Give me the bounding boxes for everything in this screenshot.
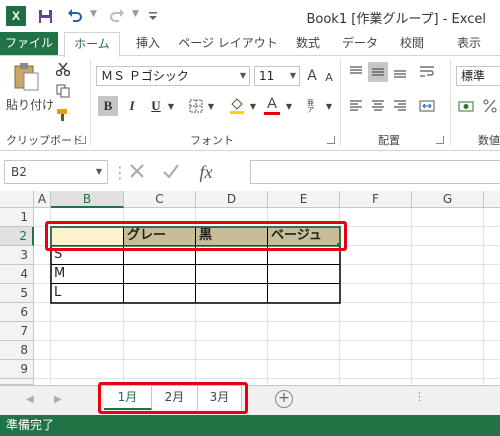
font-size-value: 11	[259, 69, 275, 83]
italic-button[interactable]: I	[122, 96, 142, 116]
fill-color-icon[interactable]	[226, 94, 248, 116]
font-color-button[interactable]: A	[262, 94, 282, 116]
fill-color-dropdown-icon[interactable]: ▼	[248, 98, 258, 114]
tab-data[interactable]: データ	[336, 32, 384, 56]
clipboard-launcher-icon[interactable]	[78, 136, 86, 144]
window-title: Book1 [作業グループ] - Excel	[306, 12, 486, 27]
formula-buttons: ⋮ fx	[112, 160, 252, 184]
align-top-icon[interactable]	[346, 62, 366, 82]
grip-dots-icon: ⋮	[112, 162, 128, 182]
insert-function-button[interactable]: fx	[188, 162, 224, 183]
chevron-down-icon: ▼	[95, 167, 102, 176]
borders-dropdown-icon[interactable]: ▼	[206, 98, 216, 114]
font-launcher-icon[interactable]	[327, 136, 335, 144]
title-bar: X ▼ ▼ Book1 [作業グループ] - Excel	[0, 0, 500, 32]
number-format-value: 標準	[461, 69, 486, 83]
sheet-scroll-grip-icon[interactable]: ⋮	[414, 390, 425, 403]
redo-dropdown-icon[interactable]: ▼	[132, 9, 139, 19]
tab-page-layout[interactable]: ページ レイアウト	[176, 32, 280, 56]
merge-center-icon[interactable]	[416, 96, 438, 116]
group-divider	[340, 60, 341, 146]
grow-font-button[interactable]: A	[304, 66, 320, 86]
accounting-format-icon[interactable]	[456, 96, 478, 116]
chevron-down-icon: ▼	[239, 71, 246, 80]
tab-insert[interactable]: 挿入	[128, 32, 168, 56]
font-name-select[interactable]: ＭＳ Ｐゴシック ▼	[96, 66, 250, 86]
tab-file[interactable]: ファイル	[0, 32, 58, 56]
paste-button[interactable]: 貼り付け	[4, 96, 56, 112]
name-box[interactable]: B2 ▼	[4, 160, 108, 184]
paste-icon[interactable]	[10, 60, 44, 94]
undo-dropdown-icon[interactable]: ▼	[90, 9, 97, 19]
undo-icon[interactable]	[64, 5, 86, 27]
svg-text:ア: ア	[307, 106, 314, 113]
status-text: 準備完了	[6, 418, 55, 432]
sheet-next-icon[interactable]: ▶	[54, 394, 62, 405]
group-divider	[90, 60, 91, 146]
enter-icon[interactable]	[154, 163, 188, 182]
align-middle-icon[interactable]	[368, 62, 388, 82]
sheet-tab-1[interactable]: 1月	[104, 386, 152, 410]
font-size-select[interactable]: 11 ▼	[254, 66, 300, 86]
phonetic-dropdown-icon[interactable]: ▼	[324, 98, 334, 114]
sheet-tab-2[interactable]: 2月	[152, 386, 198, 410]
align-center-icon[interactable]	[368, 96, 388, 116]
cut-icon[interactable]	[54, 60, 72, 78]
shrink-font-button[interactable]: A	[322, 68, 336, 86]
formula-bar: B2 ▼ ⋮ fx	[0, 151, 500, 191]
chevron-down-icon: ▼	[289, 71, 296, 80]
ribbon-tabs: ファイル ホーム 挿入 ページ レイアウト 数式 データ 校閲 表示	[0, 32, 500, 57]
cancel-icon[interactable]	[120, 163, 154, 182]
font-name-value: ＭＳ Ｐゴシック	[101, 69, 189, 83]
group-divider	[450, 60, 451, 146]
number-group-label: 数値	[478, 134, 500, 147]
save-icon[interactable]	[34, 5, 56, 27]
align-bottom-icon[interactable]	[390, 62, 410, 82]
excel-logo-icon: X	[6, 6, 26, 26]
format-painter-icon[interactable]	[54, 106, 72, 124]
redo-icon[interactable]	[106, 5, 128, 27]
tab-formulas[interactable]: 数式	[288, 32, 328, 56]
font-color-glyph: A	[266, 94, 277, 112]
sheet-tab-3[interactable]: 3月	[198, 386, 242, 410]
align-left-icon[interactable]	[346, 96, 366, 116]
copy-icon[interactable]	[54, 82, 72, 100]
underline-dropdown-icon[interactable]: ▼	[166, 98, 176, 114]
tab-review[interactable]: 校閲	[392, 32, 432, 56]
font-color-swatch	[264, 111, 280, 115]
customize-icon[interactable]	[142, 5, 164, 27]
align-right-icon[interactable]	[390, 96, 410, 116]
sheet-prev-icon[interactable]: ◀	[26, 394, 34, 405]
bold-button[interactable]: B	[98, 96, 118, 116]
wrap-text-icon[interactable]	[416, 62, 438, 82]
phonetic-icon[interactable]: 亜ア	[304, 94, 324, 116]
tab-home[interactable]: ホーム	[64, 32, 120, 57]
borders-icon[interactable]	[186, 96, 206, 116]
table-borders	[50, 226, 341, 304]
number-format-select[interactable]: 標準	[456, 66, 500, 86]
alignment-group-label: 配置	[378, 134, 400, 147]
name-box-value: B2	[11, 165, 27, 179]
ribbon: 貼り付け クリップボード ＭＳ Ｐゴシック ▼ 11 ▼ A A B I U ▼…	[0, 55, 500, 151]
font-group-label: フォント	[190, 134, 234, 147]
clipboard-group-label: クリップボード	[6, 134, 83, 147]
sheet-tab-bar: ◀ ▶ 1月 2月 3月 + ⋮	[0, 382, 500, 415]
percent-icon[interactable]	[480, 96, 500, 116]
underline-button[interactable]: U	[146, 96, 166, 116]
formula-input[interactable]	[250, 160, 500, 184]
alignment-launcher-icon[interactable]	[436, 136, 444, 144]
add-sheet-icon[interactable]: +	[275, 390, 293, 408]
font-color-dropdown-icon[interactable]: ▼	[284, 98, 294, 114]
status-bar: 準備完了	[0, 415, 500, 436]
tab-view[interactable]: 表示	[444, 32, 494, 56]
worksheet-grid[interactable]: A B C D E F G 1 2 3 4 5 6 7 8 9 グレー 黒 ベー…	[0, 191, 500, 385]
